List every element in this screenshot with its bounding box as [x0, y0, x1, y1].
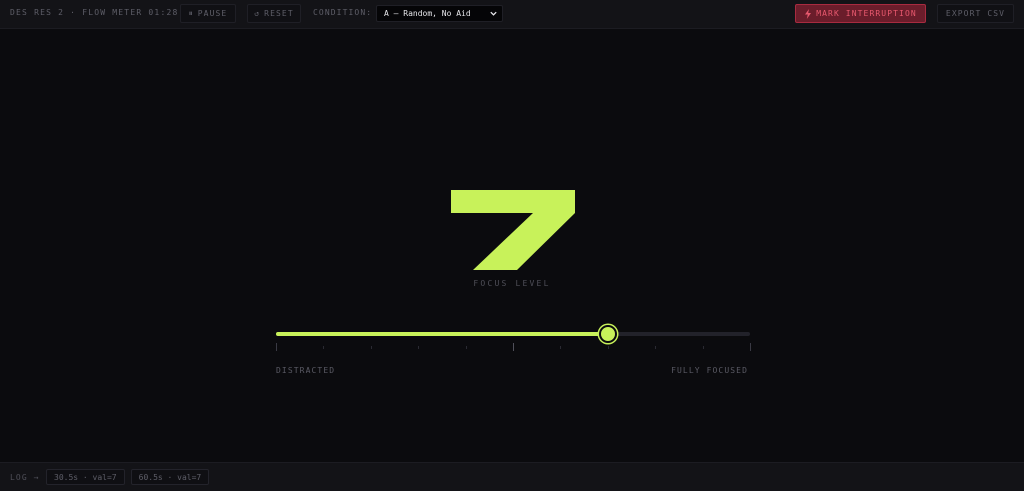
slider-tick: [513, 343, 514, 351]
chevron-down-icon: [490, 11, 497, 16]
focus-slider[interactable]: [276, 325, 750, 343]
slider-tick: [703, 346, 704, 349]
log-entry: 60.5s · val=7: [130, 469, 210, 485]
reset-button-label: RESET: [264, 9, 294, 18]
top-toolbar: DES RES 2 · FLOW METER 01:28 ⏸ PAUSE ↺ R…: [0, 0, 1024, 29]
slider-tick: [750, 343, 751, 351]
log-bar: LOG → 30.5s · val=7 60.5s · val=7: [0, 462, 1024, 491]
reset-button[interactable]: ↺ RESET: [247, 4, 301, 23]
log-entry: 30.5s · val=7: [46, 469, 125, 485]
condition-label: CONDITION:: [313, 8, 373, 17]
focus-level-label: FOCUS LEVEL: [473, 279, 551, 288]
slider-tick: [560, 346, 561, 349]
pause-button[interactable]: ⏸ PAUSE: [180, 4, 236, 23]
slider-tick: [608, 346, 609, 349]
session-timer: 01:28: [148, 8, 179, 17]
reset-icon: ↺: [254, 9, 261, 18]
focus-value-display: 7: [451, 190, 575, 270]
log-label: LOG →: [10, 473, 40, 482]
slider-thumb[interactable]: [599, 325, 617, 343]
slider-tick: [323, 346, 324, 349]
scale-min-label: DISTRACTED: [276, 366, 336, 375]
export-csv-label: EXPORT CSV: [945, 9, 1006, 18]
slider-tick: [466, 346, 467, 349]
app-title: DES RES 2 · FLOW METER 01:28: [10, 8, 179, 17]
app-title-text: DES RES 2 · FLOW METER: [10, 8, 143, 17]
slider-ticks: [276, 343, 751, 353]
slider-tick: [418, 346, 419, 349]
pause-icon: ⏸: [188, 8, 194, 18]
lightning-icon: [805, 8, 812, 19]
export-csv-button[interactable]: EXPORT CSV: [937, 4, 1014, 23]
slider-tick: [276, 343, 277, 351]
mark-interruption-label: MARK INTERRUPTION: [816, 9, 917, 18]
condition-select[interactable]: A — Random, No Aid: [376, 5, 503, 22]
mark-interruption-button[interactable]: MARK INTERRUPTION: [795, 4, 926, 23]
slider-fill: [276, 332, 608, 336]
scale-max-label: FULLY FOCUSED: [671, 366, 748, 375]
slider-tick: [371, 346, 372, 349]
log-entries: 30.5s · val=7 60.5s · val=7: [46, 469, 210, 485]
pause-button-label: PAUSE: [197, 9, 228, 18]
slider-tick: [655, 346, 656, 349]
condition-select-value: A — Random, No Aid: [384, 9, 471, 18]
